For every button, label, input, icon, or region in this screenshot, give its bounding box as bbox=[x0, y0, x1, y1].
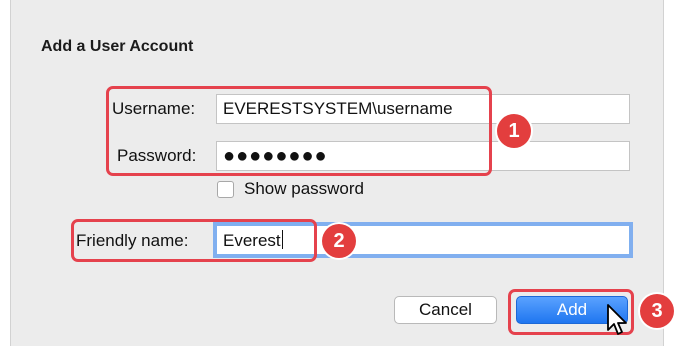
step-badge-2: 2 bbox=[322, 224, 356, 258]
callout-friendly-name bbox=[71, 219, 317, 262]
callout-credentials bbox=[106, 86, 492, 176]
mouse-pointer-icon bbox=[607, 304, 627, 335]
step-badge-1: 1 bbox=[497, 114, 531, 148]
dialog-title: Add a User Account bbox=[41, 38, 194, 55]
step-badge-3: 3 bbox=[640, 294, 674, 328]
cancel-button[interactable]: Cancel bbox=[394, 296, 497, 324]
show-password-label[interactable]: Show password bbox=[244, 179, 364, 199]
show-password-checkbox[interactable] bbox=[217, 181, 234, 198]
